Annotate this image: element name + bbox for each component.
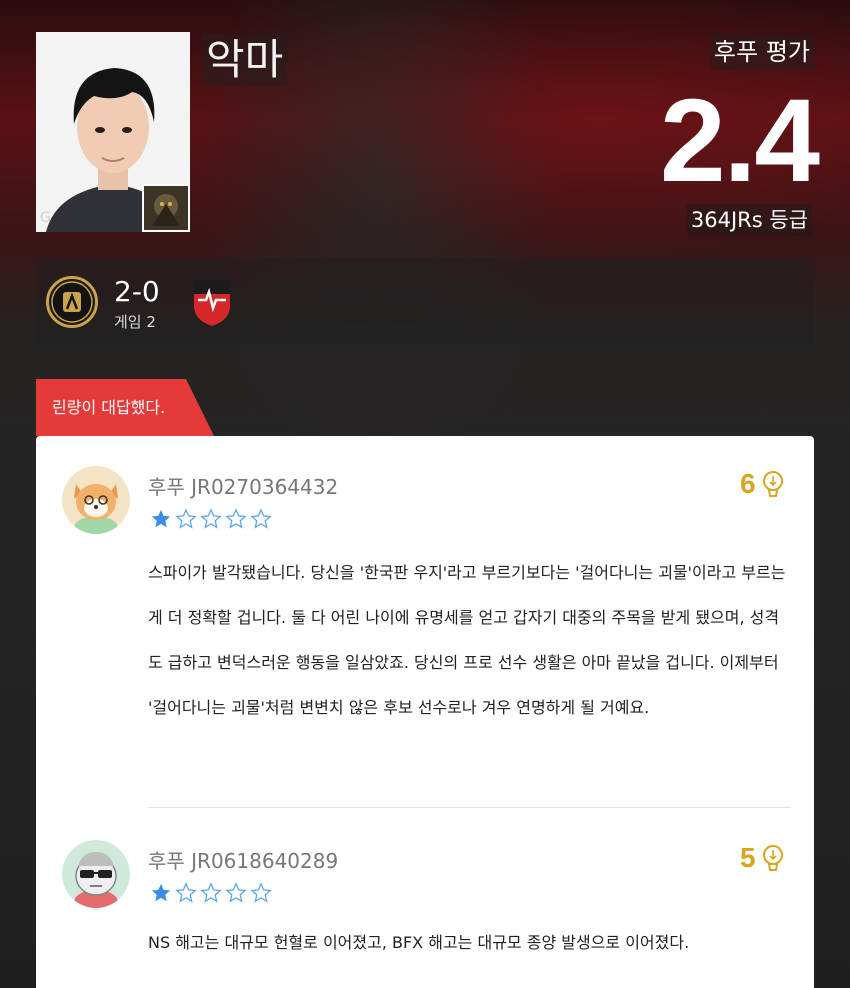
match-game-number: 게임 2 xyxy=(114,313,156,331)
comment-divider xyxy=(148,807,791,808)
lightbulb-icon xyxy=(762,471,783,497)
star-empty-icon xyxy=(200,508,222,529)
like-button[interactable]: 5 xyxy=(740,842,786,874)
team-logo-red-icon[interactable] xyxy=(190,276,234,328)
like-count: 6 xyxy=(740,468,756,499)
svg-text:G: G xyxy=(40,210,51,226)
lightbulb-icon xyxy=(762,845,783,871)
star-filled-icon xyxy=(151,509,171,528)
sunglasses-avatar-icon[interactable] xyxy=(62,840,130,908)
comment-username[interactable]: 후푸 JR0618640289 xyxy=(148,848,338,874)
player-name: 악마 xyxy=(202,34,288,86)
star-empty-icon xyxy=(225,882,247,903)
star-filled-icon xyxy=(151,883,171,902)
comment-body: 스파이가 발각됐습니다. 당신을 '한국판 우지'라고 부르기보다는 '걸어다니… xyxy=(148,563,786,717)
reply-tag-text: 린량이 대답했다. xyxy=(52,398,166,417)
star-empty-icon xyxy=(250,882,272,903)
rating-label: 후푸 평가 xyxy=(710,34,814,70)
dog-avatar-icon[interactable] xyxy=(62,466,130,534)
team-logo-gold-icon[interactable] xyxy=(46,276,98,328)
champion-thumbnail-icon xyxy=(142,184,190,232)
comment-body: NS 해고는 대규모 헌혈로 이어졌고, BFX 해고는 대규모 종양 발생으로… xyxy=(148,933,690,952)
like-count: 5 xyxy=(740,842,756,873)
star-rating xyxy=(150,882,272,904)
star-empty-icon xyxy=(175,508,197,529)
rating-score: 2.4 xyxy=(659,75,820,207)
comment-username[interactable]: 후푸 JR0270364432 xyxy=(148,474,338,500)
star-rating xyxy=(150,508,272,530)
star-empty-icon xyxy=(175,882,197,903)
like-button[interactable]: 6 xyxy=(740,468,786,500)
comments-card: 후푸 JR0270364432 6 스파이가 발각됐습니다. 당신을 '한국판 … xyxy=(36,436,814,988)
rating-count: 364JRs 등급 xyxy=(686,204,812,236)
star-empty-icon xyxy=(200,882,222,903)
star-empty-icon xyxy=(225,508,247,529)
star-empty-icon xyxy=(250,508,272,529)
match-score: 2-0 xyxy=(114,275,160,308)
